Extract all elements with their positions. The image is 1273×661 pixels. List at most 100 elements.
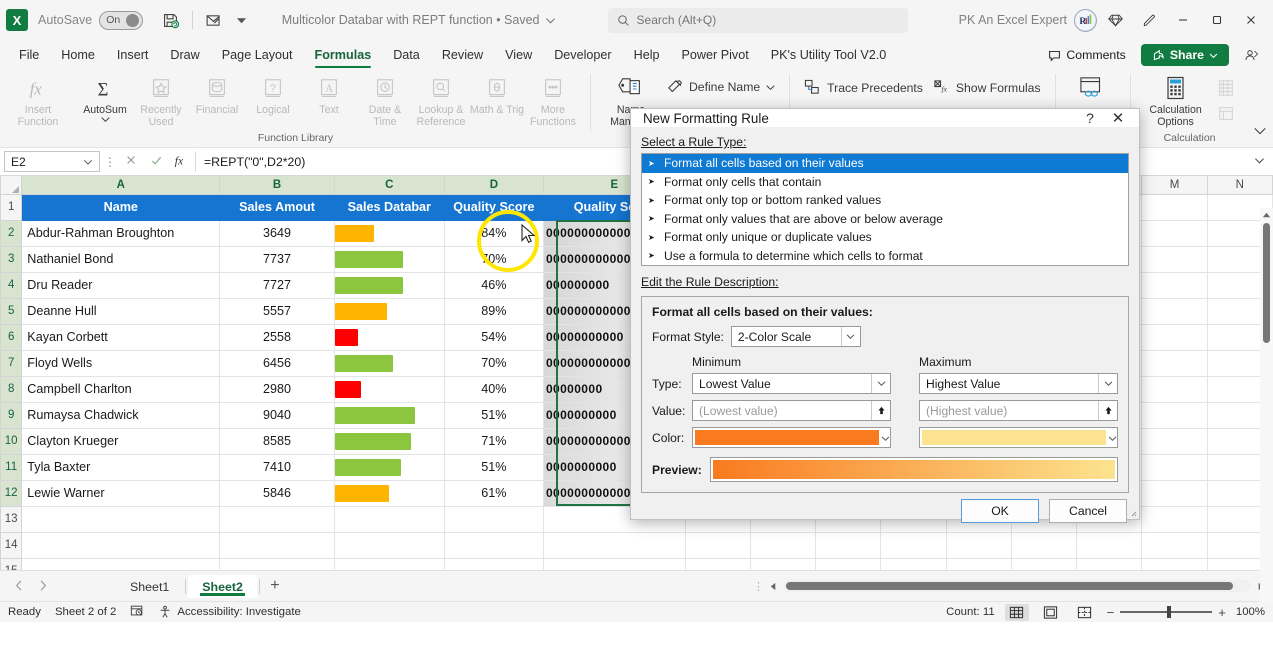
row-header-11[interactable]: 11 xyxy=(0,453,23,481)
cell-quality[interactable]: 71% xyxy=(443,427,544,455)
tab-draw[interactable]: Draw xyxy=(159,40,210,70)
cell-sales[interactable]: 7737 xyxy=(219,245,335,273)
empty-cell[interactable] xyxy=(1141,297,1208,325)
name-box[interactable]: E2 xyxy=(4,151,100,172)
tab-help[interactable]: Help xyxy=(623,40,671,70)
cell-name[interactable]: Tyla Baxter xyxy=(21,453,221,481)
document-title[interactable]: Multicolor Databar with REPT function • … xyxy=(282,13,557,27)
ribbon-display-options-icon[interactable] xyxy=(1235,40,1267,70)
empty-cell[interactable] xyxy=(1141,219,1208,247)
tab-power-pivot[interactable]: Power Pivot xyxy=(671,40,760,70)
cell-sales[interactable]: 9040 xyxy=(219,401,335,429)
rule-type-item-1[interactable]: ➤ Format only cells that contain xyxy=(642,173,1128,192)
search-box[interactable]: Search (Alt+Q) xyxy=(607,7,908,33)
column-header-b[interactable]: B xyxy=(219,176,335,195)
empty-cell[interactable] xyxy=(945,557,1012,570)
cell-quality[interactable]: 54% xyxy=(443,323,544,351)
row-header-12[interactable]: 12 xyxy=(0,479,23,507)
rule-type-item-2[interactable]: ➤ Format only top or bottom ranked values xyxy=(642,191,1128,210)
cell-quality[interactable]: 51% xyxy=(443,401,544,429)
insert-function-button[interactable]: fx Insert Function xyxy=(10,72,66,128)
tab-home[interactable]: Home xyxy=(50,40,106,70)
empty-cell[interactable] xyxy=(219,531,335,559)
zoom-out-button[interactable]: − xyxy=(1107,605,1115,620)
diamond-icon[interactable] xyxy=(1099,5,1131,35)
empty-cell[interactable] xyxy=(1141,401,1208,429)
column-header-d[interactable]: D xyxy=(443,176,544,195)
empty-cell[interactable] xyxy=(1010,557,1078,570)
empty-cell[interactable] xyxy=(1076,557,1143,570)
empty-cell[interactable] xyxy=(1141,505,1208,533)
cell-quality[interactable]: 89% xyxy=(443,297,544,325)
zoom-slider[interactable]: − + xyxy=(1107,605,1226,620)
cell-quality[interactable]: 70% xyxy=(443,349,544,377)
cell-name[interactable]: Nathaniel Bond xyxy=(21,245,221,273)
empty-cell[interactable] xyxy=(1141,271,1208,299)
zoom-knob[interactable] xyxy=(1167,606,1172,619)
empty-cell[interactable] xyxy=(1141,557,1208,570)
empty-cell[interactable] xyxy=(1141,245,1208,273)
help-icon[interactable]: ? xyxy=(1077,110,1103,126)
watch-window-button[interactable] xyxy=(1065,72,1121,104)
customize-quick-access-icon[interactable] xyxy=(228,7,254,33)
dialog-resize-grip[interactable] xyxy=(1127,507,1137,517)
header-cell-2[interactable]: Sales Databar xyxy=(333,193,445,221)
normal-view-button[interactable] xyxy=(1004,603,1029,621)
chevron-down-icon[interactable] xyxy=(881,431,890,445)
row-header-6[interactable]: 6 xyxy=(0,323,23,351)
minimize-button[interactable] xyxy=(1167,5,1199,35)
comments-button[interactable]: Comments xyxy=(1039,45,1135,65)
header-cell-1[interactable]: Sales Amout xyxy=(219,193,335,221)
cell-name[interactable]: Campbell Charlton xyxy=(21,375,221,403)
logical-button[interactable]: ? Logical xyxy=(245,72,301,116)
cell-databar[interactable] xyxy=(333,375,445,403)
insert-function-icon[interactable]: fx xyxy=(170,152,192,171)
row-header-1[interactable]: 1 xyxy=(0,193,23,221)
scroll-left-arrow-icon[interactable] xyxy=(769,582,778,591)
cell-quality[interactable]: 70% xyxy=(443,245,544,273)
tab-review[interactable]: Review xyxy=(431,40,494,70)
row-header-5[interactable]: 5 xyxy=(0,297,23,325)
tab-pk-utility-tool[interactable]: PK's Utility Tool V2.0 xyxy=(760,40,898,70)
cell-databar[interactable] xyxy=(333,453,445,481)
empty-cell[interactable] xyxy=(684,531,751,559)
cell-name[interactable]: Kayan Corbett xyxy=(21,323,221,351)
empty-cell[interactable] xyxy=(1141,323,1208,351)
cell-name[interactable]: Dru Reader xyxy=(21,271,221,299)
define-name-button[interactable]: Define Name xyxy=(662,76,780,98)
row-header-15[interactable]: 15 xyxy=(0,557,23,570)
cell-name[interactable]: Clayton Krueger xyxy=(21,427,221,455)
cell-databar[interactable] xyxy=(333,245,445,273)
expand-formula-bar-icon[interactable] xyxy=(1249,155,1269,169)
cell-databar[interactable] xyxy=(333,323,445,351)
previous-sheet-arrow[interactable] xyxy=(8,579,30,594)
cell-name[interactable]: Deanne Hull xyxy=(21,297,221,325)
empty-cell[interactable] xyxy=(443,505,544,533)
pen-icon[interactable] xyxy=(1133,5,1165,35)
row-header-3[interactable]: 3 xyxy=(0,245,23,273)
scroll-up-arrow-icon[interactable] xyxy=(1262,211,1271,220)
row-header-7[interactable]: 7 xyxy=(0,349,23,377)
maximum-color-picker[interactable] xyxy=(919,427,1118,448)
row-header-9[interactable]: 9 xyxy=(0,401,23,429)
cell-name[interactable]: Rumaysa Chadwick xyxy=(21,401,221,429)
empty-cell[interactable] xyxy=(1141,453,1208,481)
cell-quality[interactable]: 84% xyxy=(443,219,544,247)
tab-formulas[interactable]: Formulas xyxy=(304,40,383,70)
empty-cell[interactable] xyxy=(1141,531,1208,559)
empty-cell[interactable] xyxy=(880,557,947,570)
select-all-corner[interactable] xyxy=(0,176,23,195)
accessibility-status[interactable]: Accessibility: Investigate xyxy=(158,605,301,619)
cell-sales[interactable]: 3649 xyxy=(219,219,335,247)
chevron-down-icon[interactable] xyxy=(1098,374,1117,393)
cell-sales[interactable]: 5557 xyxy=(219,297,335,325)
cell-databar[interactable] xyxy=(333,271,445,299)
calculate-sheet-button[interactable] xyxy=(1212,102,1240,126)
column-header-n[interactable]: N xyxy=(1206,176,1273,195)
rule-type-item-4[interactable]: ➤ Format only unique or duplicate values xyxy=(642,228,1128,247)
cell-databar[interactable] xyxy=(333,297,445,325)
empty-cell[interactable] xyxy=(1141,349,1208,377)
tab-data[interactable]: Data xyxy=(382,40,431,70)
empty-cell[interactable] xyxy=(1141,479,1208,507)
empty-cell[interactable] xyxy=(333,505,445,533)
